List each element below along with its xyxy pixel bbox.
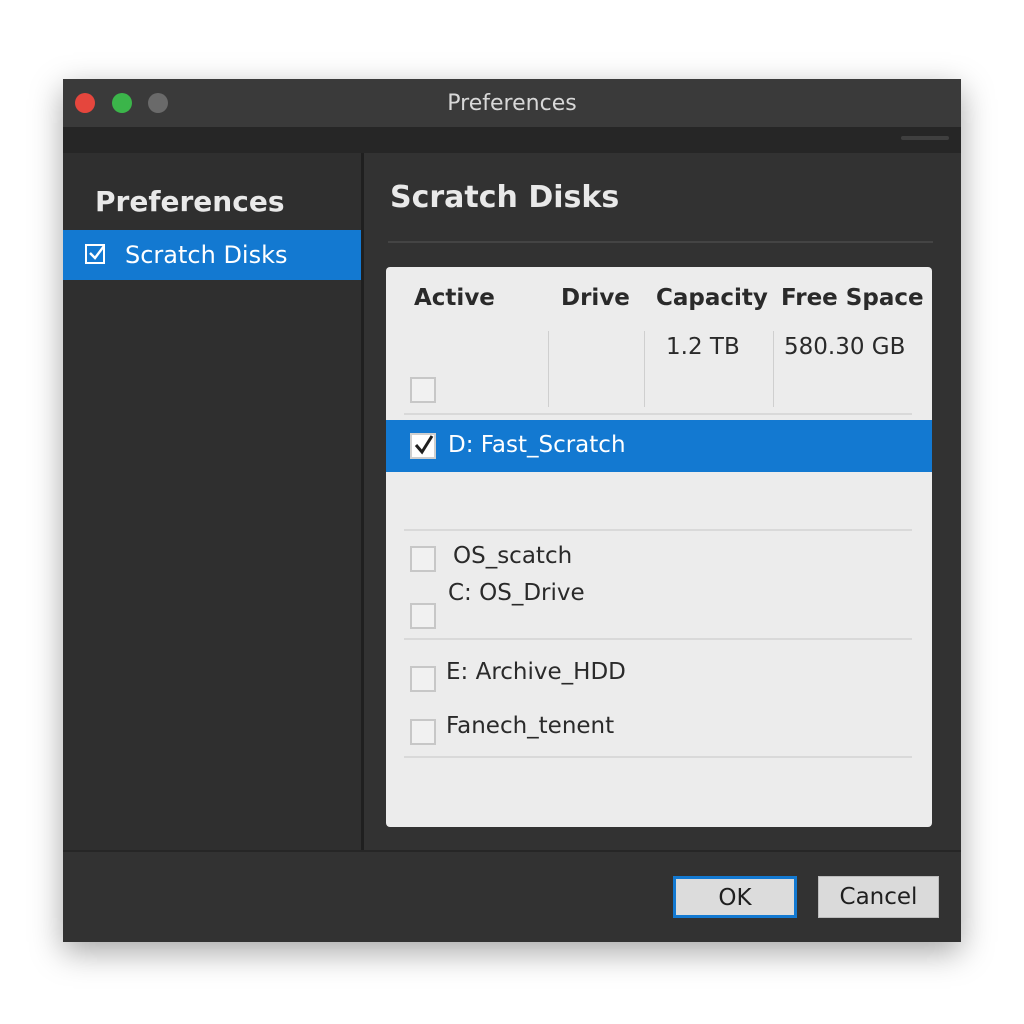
row-divider [404, 638, 912, 640]
row-divider [404, 529, 912, 531]
drive-label: OS_scatch [453, 543, 573, 569]
scratch-disks-table: Active Drive Capacity Free Space 1.2 TB … [386, 267, 932, 827]
drive-label: Fanech_tenent [446, 713, 615, 739]
page-title: Scratch Disks [390, 180, 620, 215]
column-header-drive[interactable]: Drive [561, 283, 630, 313]
footer-divider [63, 850, 961, 852]
divider [388, 241, 933, 243]
capacity-value: 1.2 TB [666, 334, 740, 360]
column-header-free-space[interactable]: Free Space [781, 283, 924, 313]
sidebar-item-label: Scratch Disks [125, 241, 288, 269]
sidebar-divider [361, 153, 364, 850]
table-row-selected[interactable]: D: Fast_Scratch [386, 420, 932, 472]
column-divider [548, 331, 549, 407]
sidebar-item-scratch-disks[interactable]: Scratch Disks [63, 230, 361, 280]
free-space-value: 580.30 GB [784, 334, 906, 360]
toolbar-strip [63, 127, 961, 153]
active-checkbox[interactable] [410, 666, 436, 692]
active-checkbox[interactable] [410, 603, 436, 629]
drive-label: E: Archive_HDD [446, 659, 626, 685]
drive-label: D: Fast_Scratch [448, 432, 626, 458]
active-checkbox[interactable] [410, 546, 436, 572]
drive-label: C: OS_Drive [448, 580, 585, 606]
window-title: Preferences [447, 91, 577, 116]
column-divider [644, 331, 645, 407]
column-header-active[interactable]: Active [414, 283, 495, 313]
row-divider [404, 413, 912, 415]
column-divider [773, 331, 774, 407]
column-header-capacity[interactable]: Capacity [656, 283, 768, 313]
active-checkbox[interactable] [410, 433, 436, 459]
sidebar-heading: Preferences [95, 185, 285, 218]
checkmark-icon [85, 244, 105, 264]
active-checkbox[interactable] [410, 719, 436, 745]
toolbar-handle [901, 136, 949, 140]
row-divider [404, 756, 912, 758]
cancel-button[interactable]: Cancel [818, 876, 939, 918]
ok-button[interactable]: OK [673, 876, 797, 918]
title-bar[interactable]: Preferences [63, 79, 961, 127]
preferences-window: Preferences Preferences Scratch Disks Sc… [63, 79, 961, 942]
active-checkbox[interactable] [410, 377, 436, 403]
